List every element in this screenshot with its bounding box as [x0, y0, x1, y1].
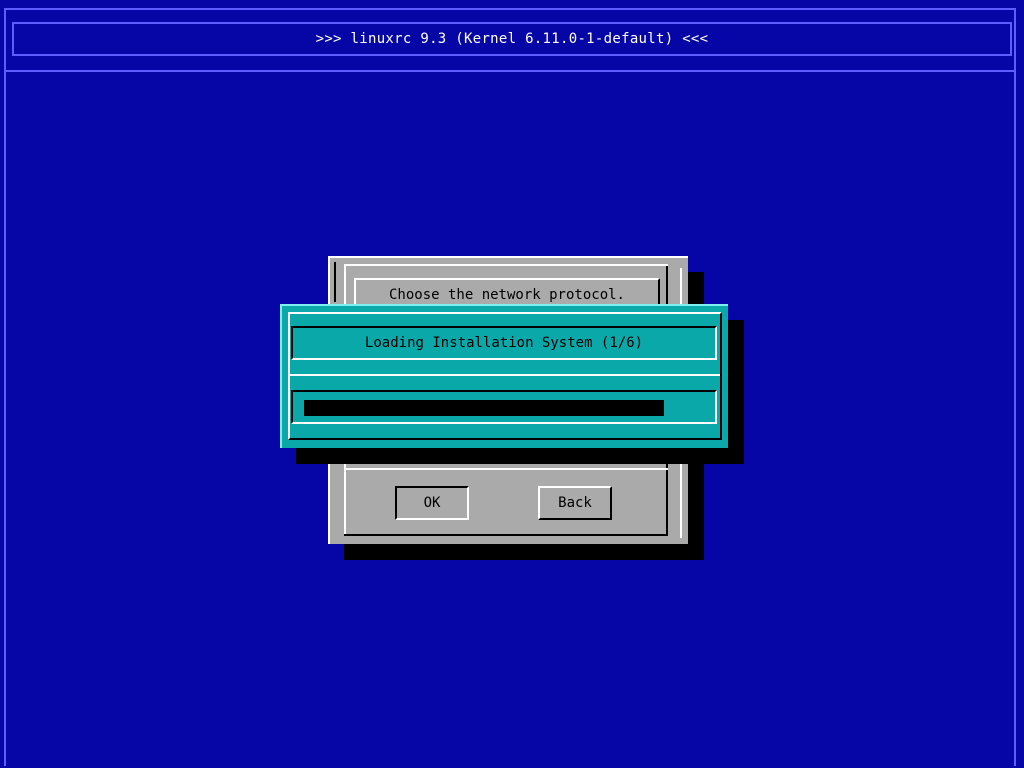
dialog-border-line [344, 264, 668, 266]
button-row-divider [346, 468, 668, 470]
progress-divider [290, 374, 720, 376]
progress-bar-fill [304, 400, 664, 416]
installer-title: >>> linuxrc 9.3 (Kernel 6.11.0-1-default… [12, 22, 1012, 56]
back-button[interactable]: Back [538, 486, 612, 520]
ok-button[interactable]: OK [395, 486, 469, 520]
dialog-border-line [334, 262, 336, 302]
dialog-border-line [344, 534, 668, 536]
progress-bar [291, 390, 717, 424]
title-divider [6, 70, 1016, 72]
loading-title: Loading Installation System (1/6) [291, 326, 717, 360]
installer-screen: >>> linuxrc 9.3 (Kernel 6.11.0-1-default… [0, 0, 1024, 768]
